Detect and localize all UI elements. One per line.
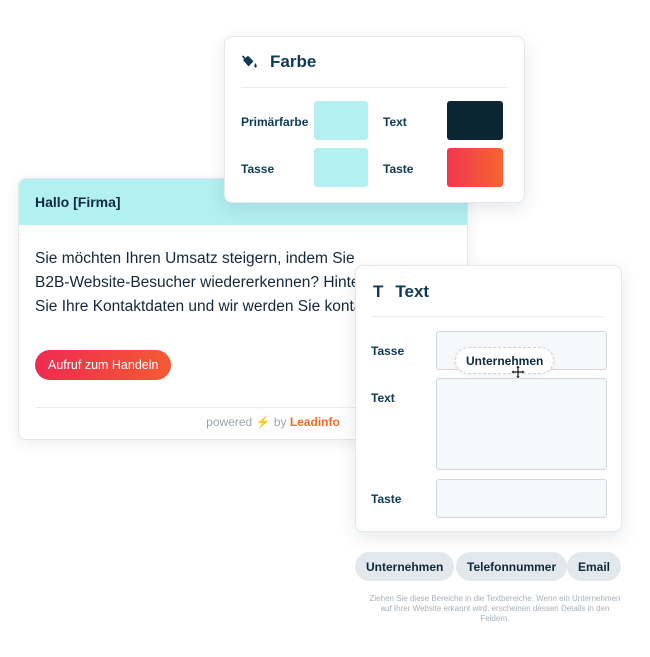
text-type-icon: T [373,282,384,301]
text-field-label: Text [371,391,395,405]
powered-text: powered [206,415,253,429]
cup-field-label: Tasse [371,344,405,358]
color-panel-title: Farbe [270,52,317,71]
color-panel: Farbe Primärfarbe Text Tasse Taste [224,36,525,203]
button-color-swatch[interactable] [447,148,503,187]
button-color-label: Taste [383,162,414,176]
divider [241,87,508,88]
bolt-icon: ⚡ [255,415,271,429]
color-panel-header: Farbe [241,52,316,72]
cup-color-swatch[interactable] [314,148,368,187]
move-cursor-icon [511,365,525,379]
chip-email[interactable]: Email [567,552,622,581]
call-to-action-button[interactable]: Aufruf zum Handeln [35,350,172,380]
text-panel-header: T Text [373,282,429,302]
primary-color-swatch[interactable] [314,101,368,140]
text-panel: T Text Tasse Text Taste [355,265,622,532]
button-field-label: Taste [371,492,402,506]
text-color-swatch[interactable] [447,101,503,140]
leadinfo-brand: Leadinfo [289,415,340,429]
by-text: by [273,415,287,429]
text-textarea[interactable] [436,378,607,470]
chip-company[interactable]: Unternehmen [355,552,455,581]
button-text-field[interactable] [436,479,607,518]
paint-bucket-icon [241,54,257,68]
cup-color-label: Tasse [241,162,275,176]
chip-phone-number[interactable]: Telefonnummer [456,552,568,581]
dragging-chip-company[interactable]: Unternehmen [455,347,555,374]
drag-hint-text: Ziehen Sie diese Bereiche in die Textber… [369,594,621,623]
primary-color-label: Primärfarbe [241,115,309,129]
text-color-label: Text [383,115,407,129]
divider [372,316,605,317]
text-panel-title: Text [395,282,430,301]
